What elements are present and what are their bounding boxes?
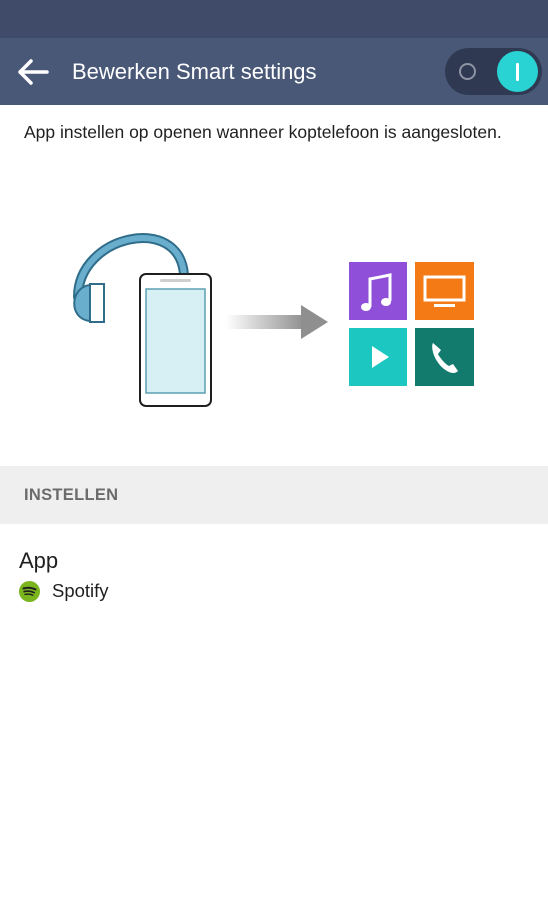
app-setting-value-row: Spotify (19, 580, 109, 602)
phone-icon (139, 273, 212, 407)
section-header-label: INSTELLEN (24, 486, 119, 504)
status-bar (0, 0, 548, 38)
app-setting-title: App (19, 548, 59, 573)
smart-settings-toggle[interactable] (445, 48, 542, 95)
video-app-icon (349, 328, 407, 386)
phone-app-icon (415, 328, 474, 386)
arrow-left-icon (18, 59, 49, 85)
back-button[interactable] (14, 54, 52, 90)
app-bar: Bewerken Smart settings (0, 38, 548, 105)
toggle-off-icon (459, 63, 476, 80)
tv-app-icon (415, 262, 474, 320)
headphone-illustration (73, 233, 474, 407)
section-header: INSTELLEN (0, 466, 548, 524)
arrow-right-icon (226, 305, 328, 339)
toggle-on-icon (516, 62, 519, 81)
description-text: App instellen op openen wanneer koptelef… (24, 122, 502, 142)
toggle-knob (497, 51, 538, 92)
page-title: Bewerken Smart settings (72, 59, 317, 84)
app-setting-value: Spotify (52, 580, 109, 601)
music-app-icon (349, 262, 407, 320)
spotify-icon (19, 580, 40, 602)
app-setting-row[interactable]: App Spotify (0, 540, 548, 612)
